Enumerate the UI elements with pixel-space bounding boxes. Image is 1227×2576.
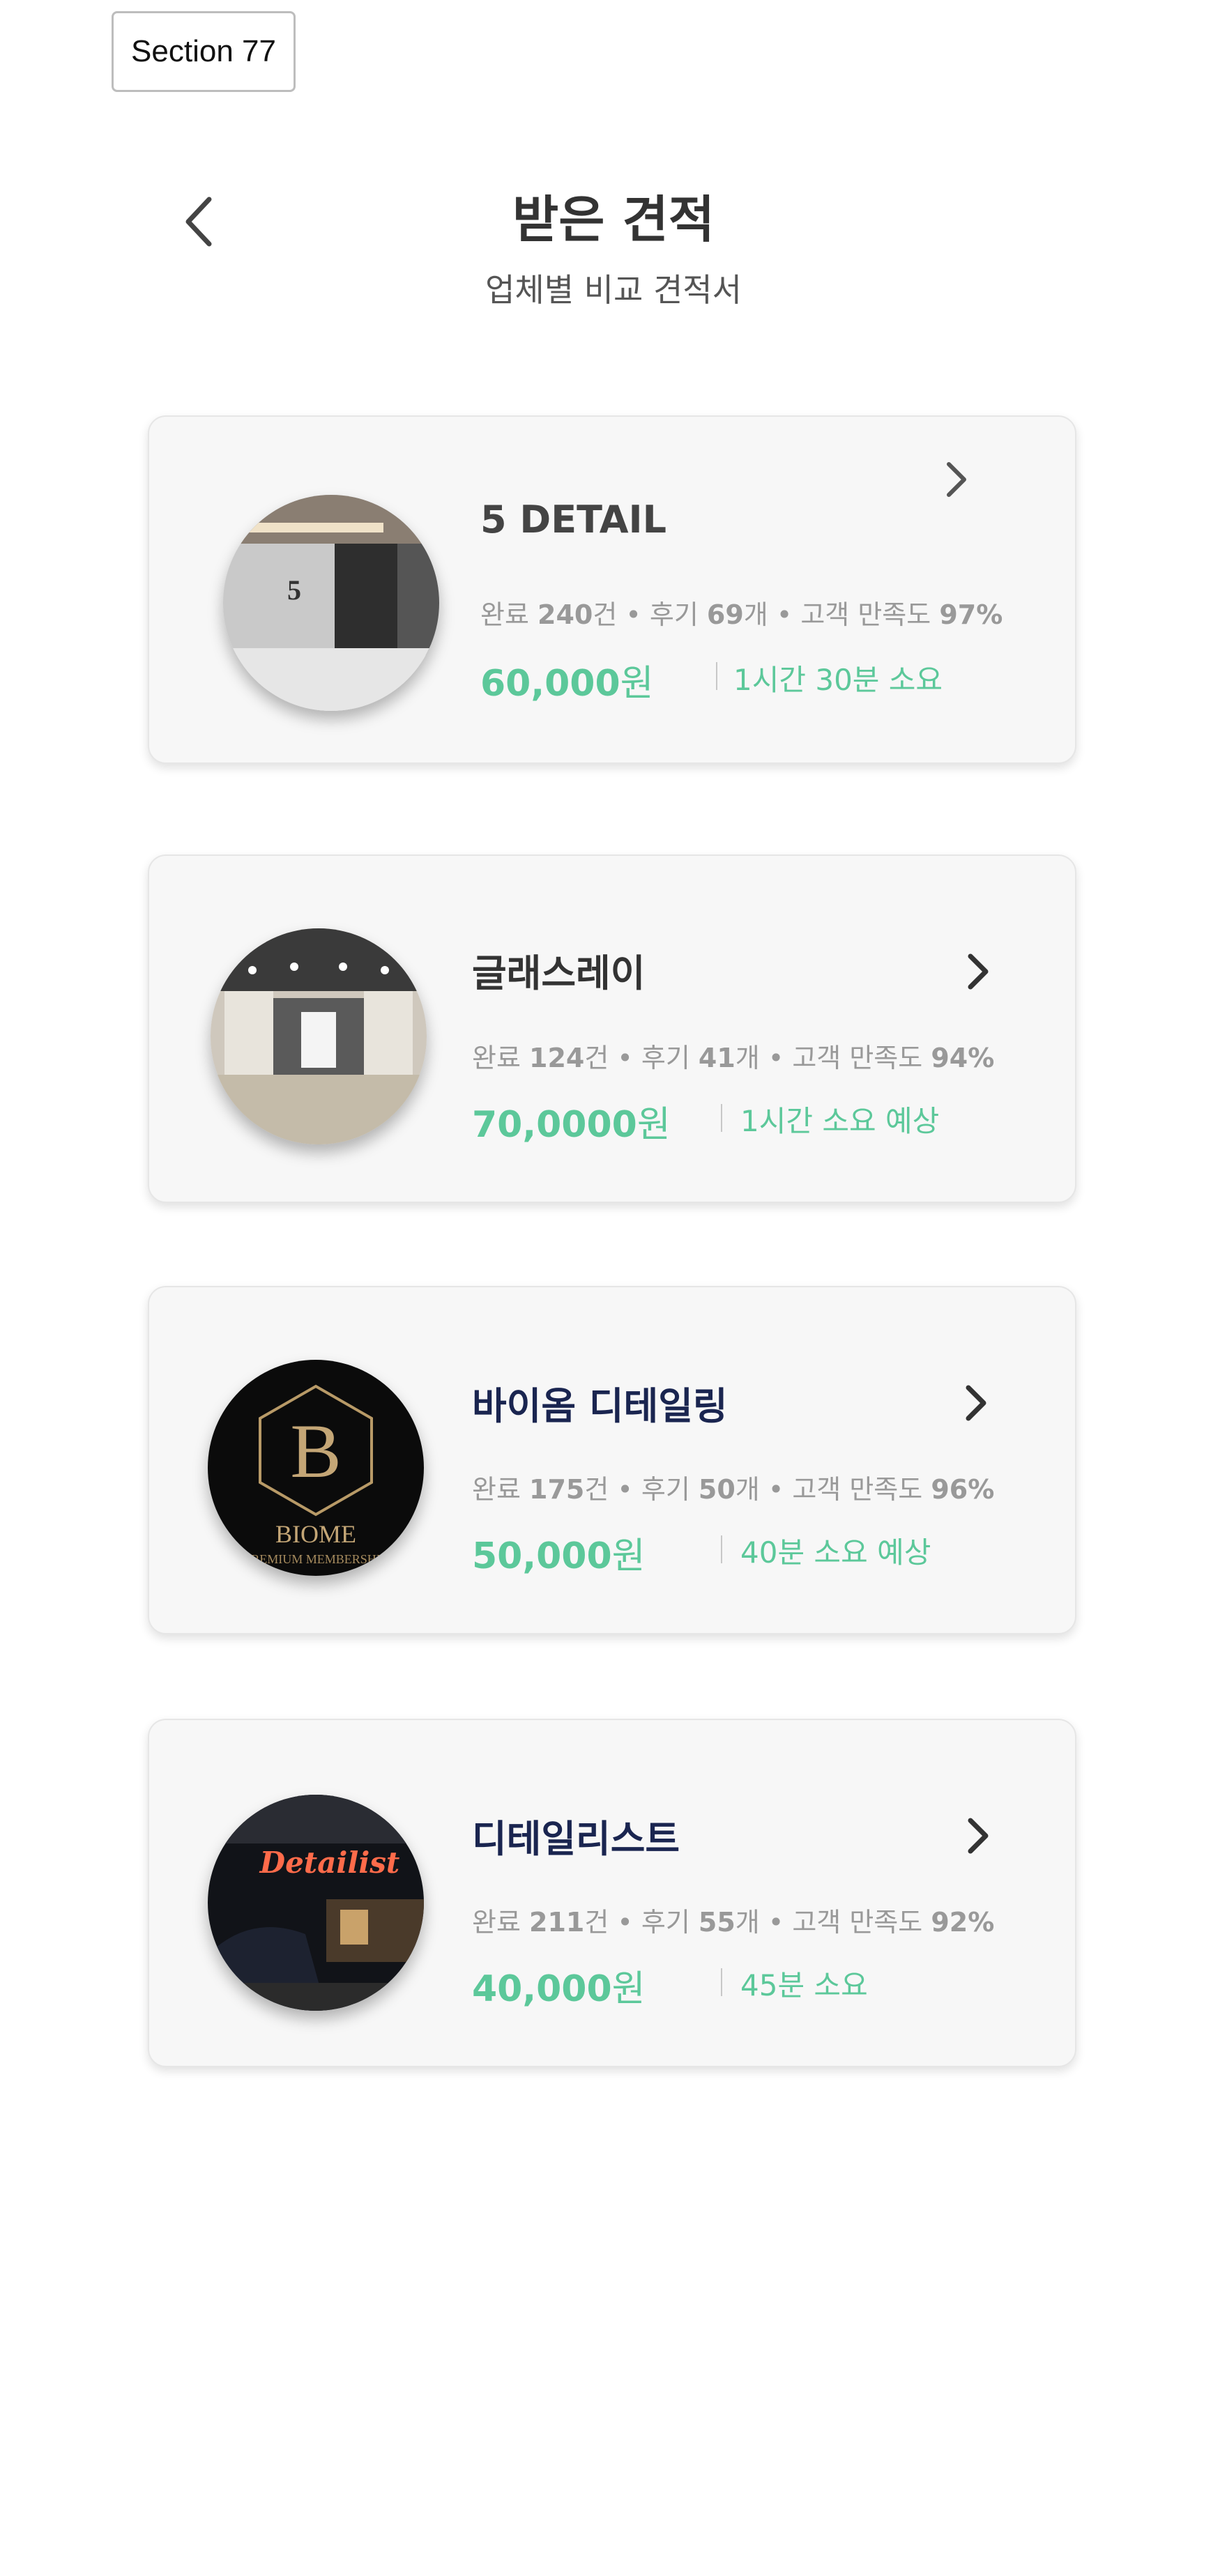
vendor-photo: Detailist xyxy=(208,1795,424,2011)
detail-button[interactable] xyxy=(953,1808,1002,1864)
svg-text:Detailist: Detailist xyxy=(259,1846,400,1880)
vendor-logo: B BIOME PREMIUM MEMBERSHIP xyxy=(208,1360,424,1576)
divider xyxy=(721,1535,722,1563)
divider xyxy=(721,1968,722,1996)
page-subtitle: 업체별 비교 견적서 xyxy=(485,271,742,309)
vendor-name: 5 DETAIL xyxy=(480,498,667,542)
detail-button[interactable] xyxy=(931,452,980,507)
vendor-stats: 완료 240건 • 후기 69개 • 고객 만족도 97% xyxy=(480,599,1003,630)
chevron-right-icon xyxy=(966,1385,986,1421)
quote-duration: 40분 소요 예상 xyxy=(740,1535,931,1570)
chevron-right-icon xyxy=(947,462,966,497)
vendor-photo: 5 xyxy=(223,495,439,711)
quote-price: 50,000원 xyxy=(472,1535,646,1577)
page-title: 받은 견적 xyxy=(512,190,715,249)
quote-card[interactable]: Detailist 디테일리스트 완료 211건 • 후기 55개 • 고객 만… xyxy=(148,1719,1076,2067)
svg-text:PREMIUM MEMBERSHIP: PREMIUM MEMBERSHIP xyxy=(244,1552,388,1566)
chevron-right-icon xyxy=(968,953,989,990)
divider xyxy=(716,662,717,690)
quote-duration: 1시간 30분 소요 xyxy=(733,663,943,697)
vendor-stats: 완료 175건 • 후기 50개 • 고객 만족도 96% xyxy=(472,1474,995,1505)
vendor-photo xyxy=(211,928,427,1144)
vendor-stats: 완료 211건 • 후기 55개 • 고객 만족도 92% xyxy=(472,1907,995,1938)
quote-card[interactable]: 글래스레이 완료 124건 • 후기 41개 • 고객 만족도 94% 70,0… xyxy=(148,854,1076,1203)
quote-price: 70,0000원 xyxy=(472,1104,671,1146)
detail-button[interactable] xyxy=(951,1375,1000,1431)
quote-price: 40,000원 xyxy=(472,1968,646,2010)
vendor-name: 바이옴 디테일링 xyxy=(472,1384,728,1428)
svg-text:BIOME: BIOME xyxy=(275,1520,356,1548)
vendor-name: 글래스레이 xyxy=(472,951,646,995)
svg-text:5: 5 xyxy=(287,574,301,606)
vendor-name: 디테일리스트 xyxy=(472,1817,680,1861)
quote-card[interactable]: B BIOME PREMIUM MEMBERSHIP 바이옴 디테일링 완료 1… xyxy=(148,1286,1076,1634)
chevron-right-icon xyxy=(968,1818,989,1854)
divider xyxy=(721,1104,722,1132)
svg-text:B: B xyxy=(290,1409,341,1494)
quote-duration: 1시간 소요 예상 xyxy=(740,1104,940,1138)
section-label: Section 77 xyxy=(112,11,296,92)
quote-duration: 45분 소요 xyxy=(740,1968,868,2002)
quote-card[interactable]: 5 5 DETAIL 완료 240건 • 후기 69개 • 고객 만족도 97%… xyxy=(148,415,1076,764)
vendor-stats: 완료 124건 • 후기 41개 • 고객 만족도 94% xyxy=(472,1043,995,1073)
quote-price: 60,000원 xyxy=(480,663,654,705)
detail-button[interactable] xyxy=(953,944,1002,999)
